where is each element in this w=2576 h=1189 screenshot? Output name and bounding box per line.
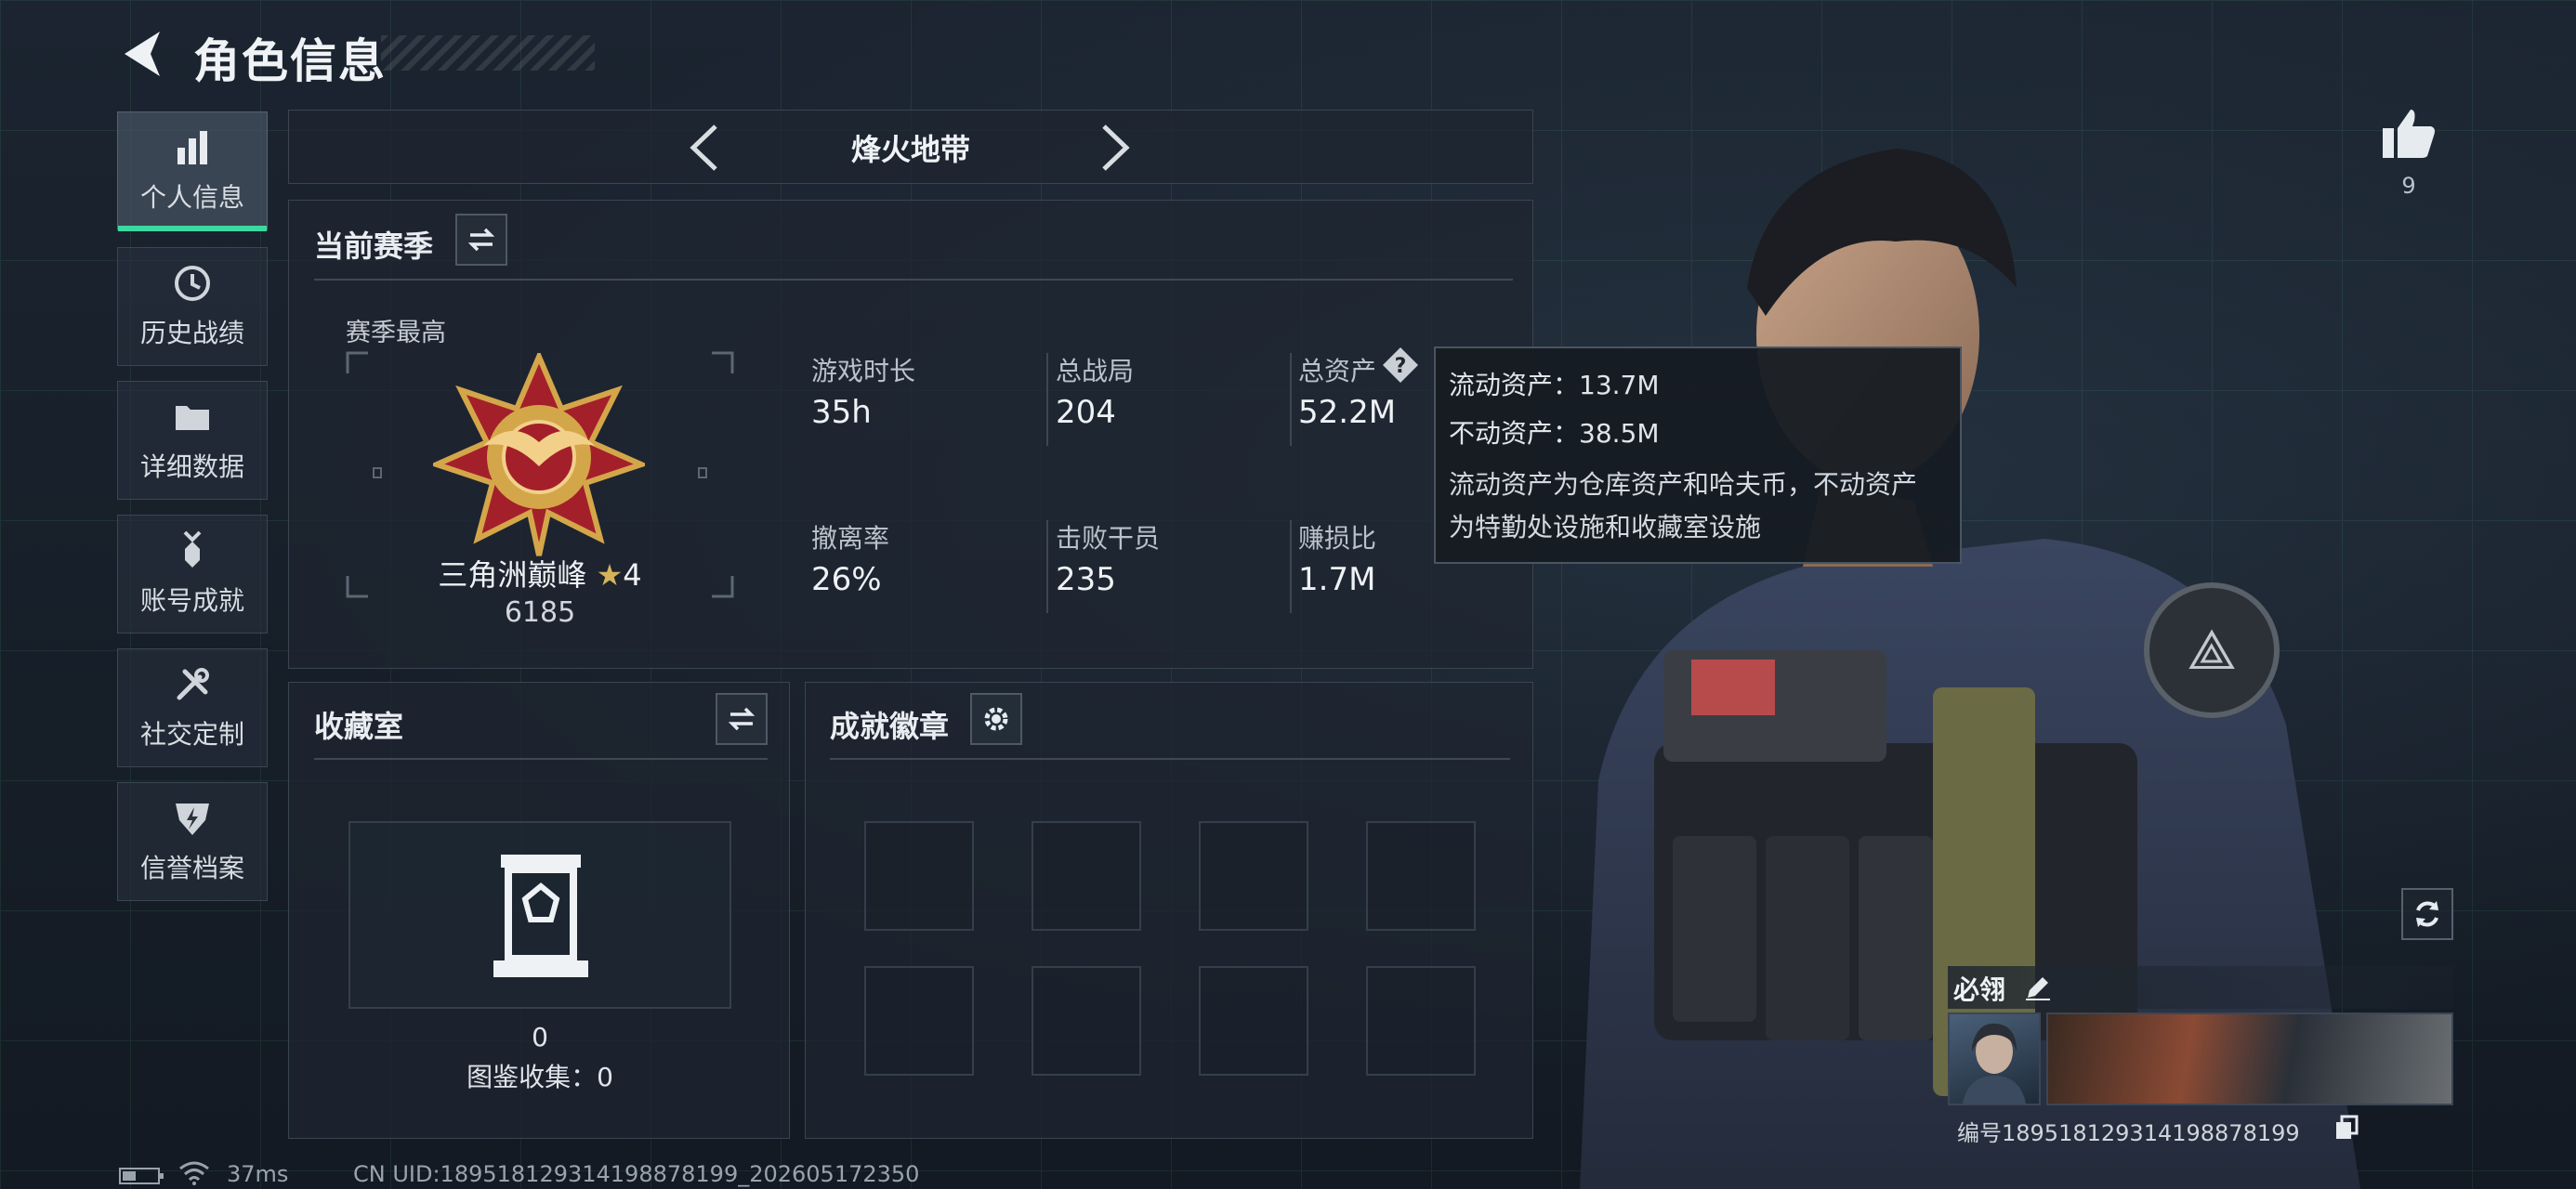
stat-value-assets: 52.2M <box>1298 394 1397 431</box>
ping-value: 37ms <box>227 1161 289 1187</box>
next-mode-button[interactable] <box>1100 123 1132 173</box>
back-arrow-icon[interactable] <box>119 28 165 80</box>
nav-item-history[interactable]: 历史战绩 <box>117 247 268 366</box>
badge-slot[interactable] <box>1366 821 1476 931</box>
like-count: 9 <box>2401 173 2416 199</box>
nav-label: 个人信息 <box>139 182 244 213</box>
stat-label-kills: 击败干员 <box>1056 523 1161 554</box>
season-title: 当前赛季 <box>314 229 434 264</box>
season-best-label: 赛季最高 <box>346 319 446 347</box>
nav-item-achievements[interactable]: 账号成就 <box>117 515 268 634</box>
svg-text:?: ? <box>1395 355 1407 378</box>
history-clock-icon <box>175 266 210 301</box>
stat-value-playtime: 35h <box>811 394 872 431</box>
stat-divider <box>1290 520 1292 613</box>
nav-label: 详细数据 <box>139 451 244 482</box>
swap-icon <box>728 707 756 731</box>
session-uid: CN UID:18951812931419887819​9_2026051723… <box>353 1161 920 1187</box>
nav-item-personal-info[interactable]: 个人信息 <box>117 111 268 231</box>
stat-label-profit-ratio: 赚损比 <box>1298 523 1377 554</box>
rank-row: 三角洲巅峰 ★4 <box>346 552 734 594</box>
edit-pencil-icon[interactable] <box>2024 973 2052 1001</box>
wifi-icon <box>179 1161 209 1185</box>
player-name: 必翎 <box>1953 974 2006 1005</box>
collection-preview[interactable] <box>348 821 731 1009</box>
collection-count: 0 <box>532 1022 548 1052</box>
tooltip-description-line2: 为特勤处设施和收藏室设施 <box>1449 512 1762 542</box>
stat-value-matches: 204 <box>1056 394 1116 431</box>
player-uid: 编号1895181293141988781​99 <box>1957 1120 2300 1146</box>
tools-icon <box>177 668 209 700</box>
page-title: 角色信息 <box>193 34 387 88</box>
nav-item-reputation[interactable]: 信誉档案 <box>117 782 268 901</box>
nav-item-social[interactable]: 社交定制 <box>117 648 268 767</box>
nav-label: 社交定制 <box>139 719 244 750</box>
stat-value-kills: 235 <box>1056 561 1116 598</box>
divider <box>314 279 1513 281</box>
divider <box>314 758 768 760</box>
shield-lightning-icon <box>176 804 209 835</box>
battery-icon <box>119 1168 164 1184</box>
nav-label: 信誉档案 <box>139 853 244 883</box>
stat-label-extract-rate: 撤离率 <box>811 523 890 554</box>
stat-value-extract-rate: 26% <box>811 561 882 598</box>
assets-tooltip: 流动资产：13.7M 不动资产：38.5M 流动资产为仓库资产和哈夫币，不动资产… <box>1434 346 1962 564</box>
star-icon: ★ <box>596 557 624 593</box>
season-swap-button[interactable] <box>455 214 507 266</box>
title-decoration <box>381 35 595 71</box>
rank-name: 三角洲巅峰 <box>438 557 587 593</box>
badge-slot[interactable] <box>1366 966 1476 1076</box>
divider <box>830 758 1510 760</box>
stat-label-matches: 总战局 <box>1056 356 1135 386</box>
gear-icon <box>984 707 1008 731</box>
mode-name: 烽火地带 <box>850 132 970 167</box>
nav-label: 账号成就 <box>139 585 244 616</box>
avatar[interactable] <box>1948 1013 2041 1105</box>
rank-score: 6185 <box>504 596 576 629</box>
badge-slot[interactable] <box>1032 821 1141 931</box>
thumbs-up-icon[interactable] <box>2381 108 2437 160</box>
badge-slot[interactable] <box>1199 966 1308 1076</box>
rank-stars: 4 <box>623 557 642 593</box>
help-icon[interactable]: ? <box>1381 346 1420 385</box>
tooltip-liquid-assets: 流动资产：13.7M <box>1449 370 1660 400</box>
tooltip-description-line1: 流动资产为仓库资产和哈夫币，不动资产 <box>1449 469 1918 500</box>
folder-icon <box>176 406 209 430</box>
stat-divider <box>1290 353 1292 446</box>
stat-label-assets: 总资产 <box>1298 356 1377 386</box>
stat-divider <box>1046 353 1048 446</box>
refresh-icon <box>2416 901 2438 927</box>
svg-text:⟁: ⟁ <box>2187 618 2237 683</box>
badges-title: 成就徽章 <box>830 709 950 744</box>
medal-icon <box>183 530 202 568</box>
stat-label-playtime: 游戏时长 <box>811 356 916 386</box>
badges-settings-button[interactable] <box>970 693 1022 745</box>
badge-slot[interactable] <box>864 966 974 1076</box>
collection-title: 收藏室 <box>314 709 404 744</box>
badge-slot[interactable] <box>864 821 974 931</box>
stat-value-profit-ratio: 1.7M <box>1298 561 1376 598</box>
display-case-icon <box>493 855 588 977</box>
rank-medal-icon <box>433 353 645 556</box>
codex-progress: 图鉴收集：0 <box>467 1062 613 1092</box>
prev-mode-button[interactable] <box>688 123 719 173</box>
badge-slot[interactable] <box>1199 821 1308 931</box>
swap-icon <box>467 228 495 252</box>
rotate-character-button[interactable] <box>2401 888 2453 940</box>
bar-chart-icon <box>177 131 207 164</box>
copy-icon[interactable] <box>2334 1115 2359 1141</box>
tooltip-fixed-assets: 不动资产：38.5M <box>1449 418 1660 449</box>
nav-item-details[interactable]: 详细数据 <box>117 381 268 500</box>
player-banner[interactable] <box>2046 1013 2453 1105</box>
avatar-portrait-icon <box>1963 1023 2026 1104</box>
nav-label: 历史战绩 <box>139 318 244 348</box>
badge-slot[interactable] <box>1032 966 1141 1076</box>
stat-divider <box>1046 520 1048 613</box>
collection-swap-button[interactable] <box>716 693 768 745</box>
